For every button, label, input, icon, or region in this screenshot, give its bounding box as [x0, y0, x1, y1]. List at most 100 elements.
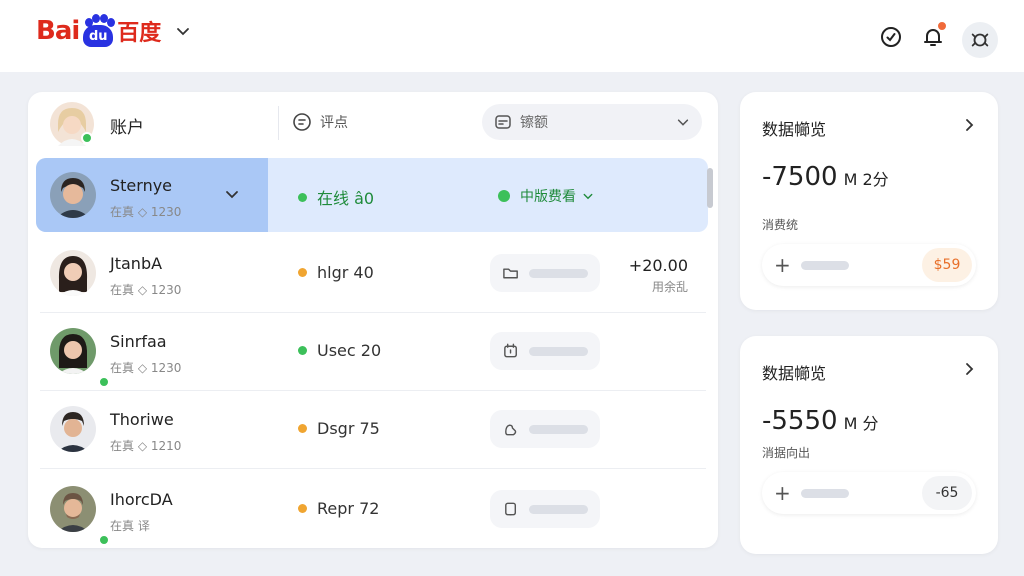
blurred-text: [529, 504, 588, 514]
data-overview-card[interactable]: 数据幯览 -5550 M 分 消据向出 + -65: [740, 336, 998, 554]
chevron-right-icon[interactable]: [962, 118, 976, 132]
status-badge: 在线 â0: [298, 185, 374, 209]
paw-icon: du: [81, 14, 116, 48]
blurred-text: [800, 488, 849, 498]
bell-icon[interactable]: [920, 20, 948, 50]
chevron-down-icon[interactable]: [175, 23, 191, 39]
plus-icon[interactable]: +: [774, 253, 791, 277]
card-subtitle: 消据向出: [762, 446, 811, 460]
plan-dropdown[interactable]: 中版费看: [498, 186, 594, 206]
card-value-unit: M 分: [843, 414, 879, 433]
user-name: Sternye: [110, 176, 173, 195]
chevron-down-icon[interactable]: [224, 186, 240, 202]
user-meta: 在真 ◇ 1210: [110, 439, 182, 453]
card-action-row[interactable]: + -65: [762, 472, 976, 514]
card-title: 数据幯览: [762, 364, 827, 383]
status-dot: [298, 268, 307, 277]
card-value-number: -7500: [762, 162, 838, 192]
status-dot: [298, 424, 307, 433]
card-title: 数据幯览: [762, 120, 827, 139]
baidu-logo[interactable]: Bai du 百度: [36, 14, 191, 48]
amount-select[interactable]: 镲额: [482, 104, 702, 140]
status-badge: Usec 20: [298, 341, 381, 360]
avatar: [50, 250, 96, 296]
user-meta: 在真 译: [110, 519, 150, 533]
user-meta: 在真 ◇ 1230: [110, 205, 182, 219]
status-dot: [298, 346, 307, 355]
card-badge: $59: [922, 248, 972, 282]
divider: [40, 312, 706, 313]
blurred-text: [529, 268, 588, 278]
card-subtitle: 消费统: [762, 218, 799, 232]
status-dot: [298, 192, 307, 202]
accounts-panel: 账户 评点 镲额 Sternye 在真 ◇ 1230 在线 â0 中版费看 Jt…: [28, 92, 718, 548]
divider: [278, 106, 279, 140]
user-name: JtanbA: [110, 254, 163, 273]
status-text: Usec 20: [317, 341, 382, 360]
status-badge: Dsgr 75: [298, 419, 380, 438]
hand-icon: [505, 424, 517, 436]
user-swap-icon[interactable]: [962, 22, 998, 58]
calendar-icon: [504, 343, 517, 358]
status-text: hlgr 40: [317, 263, 374, 282]
amount-value: +20.00: [628, 256, 688, 275]
divider: [40, 468, 706, 469]
plan-label: 中版费看: [520, 189, 576, 205]
avatar: [50, 406, 96, 452]
avatar[interactable]: [50, 102, 94, 146]
user-action-button[interactable]: [490, 410, 600, 448]
card-badge: -65: [922, 476, 972, 510]
plus-icon[interactable]: +: [774, 481, 791, 505]
status-badge: Repr 72: [298, 499, 379, 518]
status-dot: [298, 504, 307, 513]
card-value: -5550 M 分: [762, 406, 878, 436]
tablet-icon: [505, 502, 517, 516]
logo-paw-text: du: [83, 25, 114, 47]
rating-filter[interactable]: 评点: [292, 112, 348, 132]
status-badge: hlgr 40: [298, 263, 374, 282]
amount: +20.00 用余乱: [629, 256, 688, 295]
avatar: [50, 172, 96, 218]
card-value: -7500 M 2分: [762, 162, 889, 192]
user-meta: 在真 ◇ 1230: [110, 361, 182, 375]
table-row[interactable]: Thoriwe 在真 ◇ 1210 Dsgr 75: [36, 392, 708, 466]
plan-dot: [498, 190, 510, 202]
amount-sub: 用余乱: [651, 280, 688, 294]
table-row[interactable]: Sinrfaa 在真 ◇ 1230 Usec 20: [36, 314, 708, 388]
blurred-text: [800, 260, 849, 270]
card-value-number: -5550: [762, 406, 838, 436]
online-indicator: [98, 534, 110, 546]
user-name: IhorcDA: [110, 490, 173, 509]
calendar-button[interactable]: [490, 332, 600, 370]
table-row[interactable]: JtanbA 在真 ◇ 1230 hlgr 40 +20.00 用余乱: [36, 236, 708, 310]
amount-select-label: 镲额: [520, 115, 548, 131]
avatar: [50, 486, 96, 532]
folder-icon: [503, 268, 518, 279]
rating-icon: [293, 113, 311, 131]
user-name: Sinrfaa: [110, 332, 167, 351]
chevron-right-icon[interactable]: [962, 362, 976, 376]
status-text: Dsgr 75: [317, 419, 380, 438]
status-text: 在线 â0: [317, 189, 375, 208]
table-row[interactable]: IhorcDA 在真 译 Repr 72: [36, 472, 708, 546]
notification-badge: [936, 20, 948, 32]
user-meta: 在真 ◇ 1230: [110, 283, 182, 297]
logo-text: Bai: [36, 16, 80, 46]
avatar: [50, 328, 96, 374]
card-action-row[interactable]: + $59: [762, 244, 976, 286]
scrollbar[interactable]: [707, 168, 713, 208]
tablet-button[interactable]: [490, 490, 600, 528]
user-name: Thoriwe: [110, 410, 174, 429]
top-bar: Bai du 百度: [0, 0, 1024, 72]
logo-cn-text: 百度: [117, 21, 162, 46]
calendar-icon: [495, 115, 511, 129]
card-value-unit: M 2分: [843, 170, 889, 189]
timer-icon[interactable]: [878, 24, 904, 50]
data-overview-card[interactable]: 数据幯览 -7500 M 2分 消费统 + $59: [740, 92, 998, 310]
panel-header: 账户 评点 镲额: [28, 92, 718, 156]
folder-button[interactable]: [490, 254, 600, 292]
online-indicator: [98, 376, 110, 388]
rating-filter-label: 评点: [320, 115, 348, 131]
table-row[interactable]: Sternye 在真 ◇ 1230 在线 â0 中版费看: [36, 158, 708, 232]
chevron-down-icon: [583, 193, 593, 200]
